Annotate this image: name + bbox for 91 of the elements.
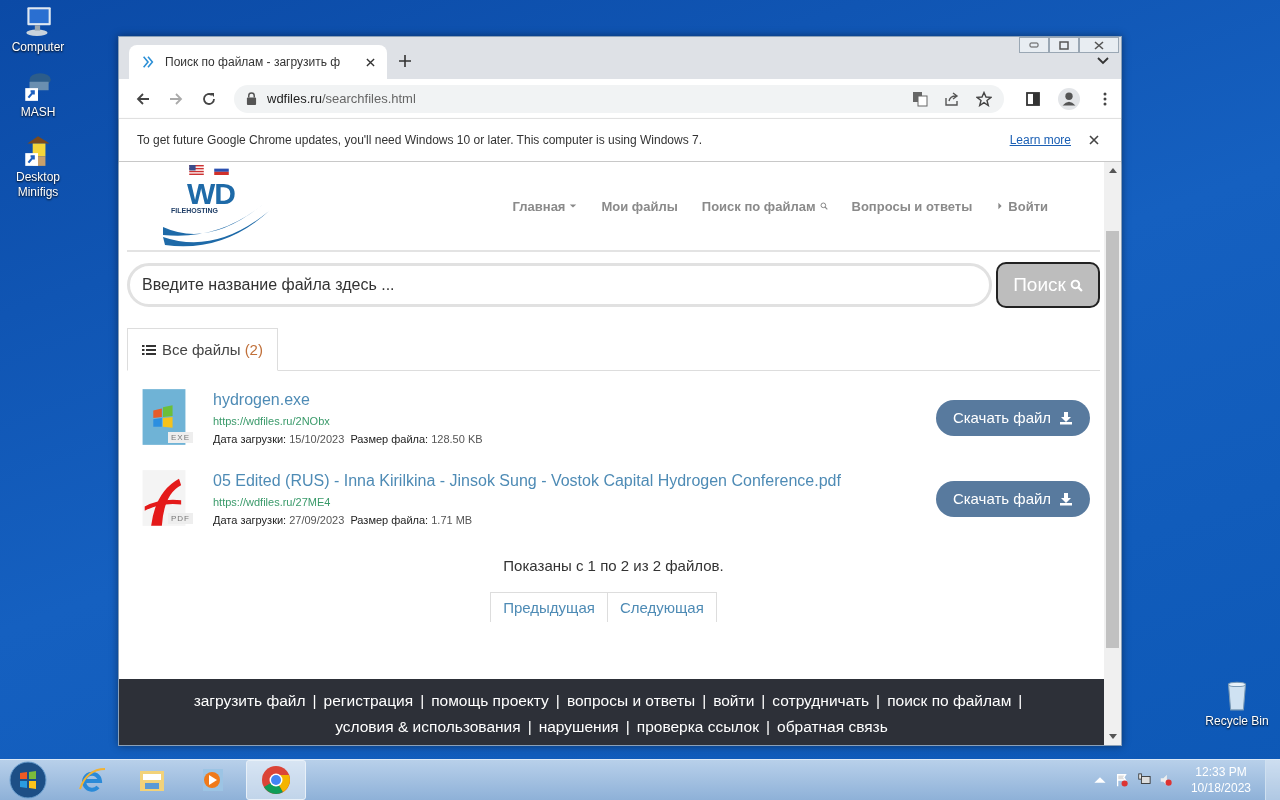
profile-icon[interactable] [1058,87,1080,110]
scroll-up-icon[interactable] [1108,168,1117,173]
clock-date: 10/18/2023 [1190,780,1251,796]
taskbar-button[interactable] [246,760,306,800]
footer-link[interactable]: загрузить файл [193,692,306,709]
shortcut-label: Desktop Minifigs [15,170,61,200]
chrome-icon [261,765,291,795]
caret-icon [569,202,578,210]
network-icon[interactable] [1136,773,1151,787]
nav-link[interactable]: Мои файлы [589,198,690,214]
reload-icon[interactable] [201,90,217,107]
search-field[interactable]: Введите название файла здесь ... [127,263,992,307]
star-icon[interactable] [976,90,992,107]
separator: | [761,692,766,709]
pagination-link[interactable]: Предыдущая [490,592,608,622]
chevron-down-icon[interactable] [1097,57,1109,65]
separator: | [312,692,317,709]
desktop-shortcut[interactable]: Recycle Bin [1198,678,1276,729]
file-name-link[interactable]: hydrogen.exe [213,390,936,409]
translate-icon[interactable] [912,90,928,107]
learn-more-link[interactable]: Learn more [1009,133,1071,147]
close-icon[interactable] [366,57,375,67]
nav-link[interactable]: Поиск по файлам [689,198,840,214]
results-summary: Показаны с 1 по 2 из 2 файлов. [502,557,725,574]
shortcut-label: MASH [19,105,57,120]
close-icon [1094,40,1104,50]
shortcut-label: Recycle Bin [1204,714,1270,729]
download-icon [1059,410,1074,425]
download-button[interactable]: Скачать файл [936,399,1090,436]
separator: | [527,718,532,735]
search-icon [1069,278,1083,292]
clock-time: 12:33 PM [1195,764,1247,780]
us-flag-icon[interactable] [189,165,204,175]
start-button[interactable] [8,760,48,800]
scrollbar-thumb[interactable] [1106,231,1119,648]
footer-link[interactable]: нарушения [538,718,619,735]
footer-link[interactable]: войти [713,692,755,709]
separator: | [766,718,771,735]
address-bar[interactable]: wdfiles.ru/searchfiles.html [234,84,1004,113]
url-text: wdfiles.ru/searchfiles.html [267,91,416,106]
side-panel-icon[interactable] [1025,90,1041,107]
desktop-shortcut[interactable]: Computer [0,4,76,55]
file-details: Дата загрузки: 27/09/2023 Размер файла: 1.71 MB [213,513,474,526]
footer-link[interactable]: проверка ссылок [636,718,759,735]
footer-link[interactable]: сотрудничать [772,692,870,709]
separator: | [876,692,881,709]
nav-link[interactable]: Главная [500,198,590,214]
pagination-link[interactable]: Следующая [607,592,717,622]
file-details: Дата загрузки: 15/10/2023 Размер файла: 128.50 KB [213,432,484,445]
desktop-shortcut[interactable]: Desktop Minifigs [0,134,76,200]
plus-icon[interactable] [399,55,411,67]
separator: | [555,692,560,709]
separator: | [420,692,425,709]
footer-link[interactable]: помощь проекту [431,692,549,709]
download-icon [1059,491,1074,506]
chevrons-icon [141,55,155,69]
close-icon[interactable] [1089,135,1099,145]
footer-link[interactable]: регистрация [323,692,414,709]
shortcut-label: Computer [10,40,66,55]
nav-link[interactable]: Вопросы и ответы [839,198,985,214]
flag-icon[interactable] [1114,773,1129,787]
scroll-down-icon[interactable] [1108,734,1117,739]
files-tab[interactable]: Все файлы (2) [127,328,278,371]
footer-link[interactable]: условия & использования [335,718,521,735]
desktop-shortcut[interactable]: MASH [0,69,76,120]
footer-link[interactable]: поиск по файлам [887,692,1012,709]
separator: | [702,692,707,709]
footer-link[interactable]: вопросы и ответы [566,692,696,709]
footer-link[interactable]: обратная связь [777,718,888,735]
back-icon[interactable] [135,90,151,107]
share-icon[interactable] [944,90,960,107]
update-notice: To get future Google Chrome updates, you'll need Windows 10 or later. This computer is using Windows 7. [137,133,703,147]
lock-icon [246,92,257,105]
download-button[interactable]: Скачать файл [936,480,1090,517]
file-name-link[interactable]: 05 Edited (RUS) - Inna Kirilkina - Jinsok Sung - Vostok Capital Hydrogen Conference.pdf [213,471,936,490]
minimize-icon [1029,42,1039,48]
file-url-link[interactable]: https://wdfiles.ru/27ME4 [213,495,936,508]
search-icon [819,202,828,210]
separator: | [625,718,630,735]
separator: | [1018,692,1023,709]
browser-tab[interactable]: Поиск по файлам - загрузить ф [129,45,387,79]
volume-icon[interactable] [1158,773,1173,787]
logo-title[interactable]: WD [187,179,235,209]
browser-e-icon [77,765,107,795]
maximize-button[interactable] [1049,37,1079,53]
close-button[interactable] [1079,37,1119,53]
file-url-link[interactable]: https://wdfiles.ru/2NObx [213,414,936,427]
maximize-icon [1059,40,1069,50]
tab-title: Поиск по файлам - загрузить ф [165,55,342,69]
nav-link[interactable]: Войти [984,198,1060,214]
list-icon [142,343,156,356]
